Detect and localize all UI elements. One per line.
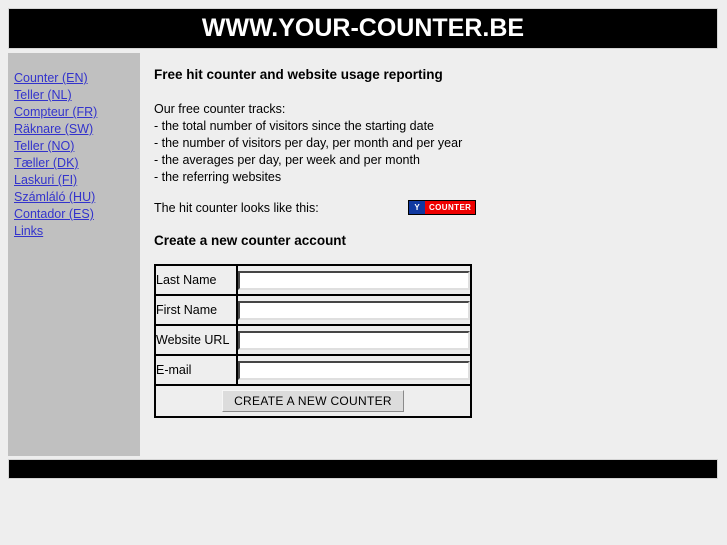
form-row-last-name: Last Name	[154, 264, 472, 296]
cell-submit: CREATE A NEW COUNTER	[154, 384, 472, 418]
sidebar-item-links[interactable]: Links	[14, 222, 140, 239]
sidebar-link-label[interactable]: Teller (NO)	[14, 139, 74, 153]
intro-line: Our free counter tracks:	[154, 102, 286, 116]
main-content: Free hit counter and website usage repor…	[140, 53, 718, 456]
feature-line-2: - the number of visitors per day, per mo…	[154, 136, 463, 150]
sidebar-link-label[interactable]: Compteur (FR)	[14, 105, 97, 119]
email-input[interactable]	[238, 360, 470, 380]
body-area: Counter (EN) Teller (NL) Compteur (FR) R…	[8, 53, 718, 456]
website-url-input[interactable]	[238, 330, 470, 350]
sidebar: Counter (EN) Teller (NL) Compteur (FR) R…	[8, 53, 140, 456]
cell-first-name	[236, 294, 472, 326]
feature-line-3: - the averages per day, per week and per…	[154, 153, 420, 167]
new-counter-form: Last Name First Name Website URL E-mail …	[154, 264, 472, 418]
content-heading: Free hit counter and website usage repor…	[154, 67, 443, 82]
cell-website-url	[236, 324, 472, 356]
language-nav-list: Counter (EN) Teller (NL) Compteur (FR) R…	[14, 69, 140, 239]
form-body: Last Name First Name Website URL E-mail …	[154, 264, 472, 418]
sidebar-item-teller-nl[interactable]: Teller (NL)	[14, 86, 140, 103]
form-row-email: E-mail	[154, 354, 472, 386]
sidebar-link-label[interactable]: Laskuri (FI)	[14, 173, 77, 187]
sidebar-item-compteur-fr[interactable]: Compteur (FR)	[14, 103, 140, 120]
sidebar-item-taeller-dk[interactable]: Tæller (DK)	[14, 154, 140, 171]
form-row-submit: CREATE A NEW COUNTER	[154, 384, 472, 418]
sidebar-link-label[interactable]: Teller (NL)	[14, 88, 72, 102]
site-footer-bar	[8, 459, 718, 479]
form-row-website-url: Website URL	[154, 324, 472, 356]
page-root: WWW.YOUR-COUNTER.BE Counter (EN) Teller …	[0, 0, 727, 545]
create-counter-button[interactable]: CREATE A NEW COUNTER	[222, 390, 404, 412]
form-row-first-name: First Name	[154, 294, 472, 326]
form-heading: Create a new counter account	[154, 233, 347, 248]
feature-line-4: - the referring websites	[154, 170, 282, 184]
sidebar-item-szamlalo-hu[interactable]: Számláló (HU)	[14, 188, 140, 205]
sidebar-link-label[interactable]: Räknare (SW)	[14, 122, 93, 136]
sample-counter-row: The hit counter looks like this: Y COUNT…	[154, 199, 718, 223]
label-email: E-mail	[154, 354, 238, 386]
counter-badge-icon: Y COUNTER	[408, 200, 477, 215]
feature-list: Our free counter tracks: - the total num…	[154, 101, 718, 186]
sample-counter-text: The hit counter looks like this:	[154, 201, 319, 215]
label-website-url: Website URL	[154, 324, 238, 356]
page-title: WWW.YOUR-COUNTER.BE	[201, 14, 525, 42]
first-name-input[interactable]	[238, 300, 470, 320]
cell-email	[236, 354, 472, 386]
sidebar-item-laskuri-fi[interactable]: Laskuri (FI)	[14, 171, 140, 188]
badge-counter-label: COUNTER	[425, 201, 476, 214]
sidebar-item-counter-en[interactable]: Counter (EN)	[14, 69, 140, 86]
sidebar-item-teller-no[interactable]: Teller (NO)	[14, 137, 140, 154]
feature-line-1: - the total number of visitors since the…	[154, 119, 434, 133]
sidebar-link-label[interactable]: Számláló (HU)	[14, 190, 95, 204]
cell-last-name	[236, 264, 472, 296]
site-header-bar: WWW.YOUR-COUNTER.BE	[8, 8, 718, 49]
label-first-name: First Name	[154, 294, 238, 326]
sidebar-link-label[interactable]: Contador (ES)	[14, 207, 94, 221]
last-name-input[interactable]	[238, 270, 470, 290]
sidebar-link-label[interactable]: Links	[14, 224, 43, 238]
sidebar-item-contador-es[interactable]: Contador (ES)	[14, 205, 140, 222]
sidebar-link-label[interactable]: Tæller (DK)	[14, 156, 79, 170]
sidebar-item-raknare-sw[interactable]: Räknare (SW)	[14, 120, 140, 137]
sidebar-link-label[interactable]: Counter (EN)	[14, 71, 88, 85]
badge-y-label: Y	[409, 201, 425, 214]
label-last-name: Last Name	[154, 264, 238, 296]
